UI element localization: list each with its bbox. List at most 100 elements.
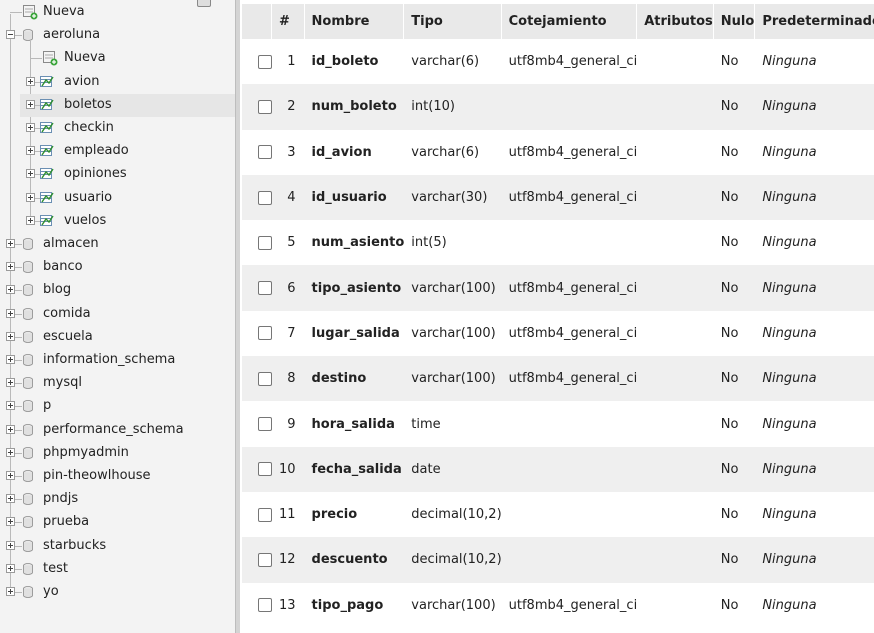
table-row[interactable]: 9 hora_salida time No Ninguna [242,401,874,447]
tree-db-comida[interactable] [0,303,235,326]
expand-icon[interactable] [6,447,15,457]
tree-db-starbucks[interactable] [0,535,235,558]
expand-icon[interactable] [6,331,15,341]
expand-icon[interactable] [6,517,15,527]
cell-default: Ninguna [755,537,874,583]
header-type[interactable]: Tipo [404,4,502,39]
expand-icon[interactable] [6,308,15,318]
row-checkbox[interactable] [258,462,272,477]
cell-number: 3 [272,129,305,175]
row-checkbox[interactable] [258,417,272,432]
table-row[interactable]: 2 num_boleto int(10) No Ninguna [242,84,874,130]
expand-icon[interactable] [6,471,15,480]
expand-icon[interactable] [6,239,15,248]
expand-icon[interactable] [6,285,15,295]
row-checkbox[interactable] [258,54,272,69]
expand-icon[interactable] [6,494,15,504]
cell-select [242,174,272,221]
row-checkbox[interactable] [258,281,272,296]
tree-connector [15,290,22,292]
row-checkbox[interactable] [258,371,272,386]
table-row[interactable]: 3 id_avion varchar(6) utf8mb4_general_ci No N… [242,129,874,175]
row-checkbox[interactable] [258,507,272,522]
database-icon [23,29,33,42]
cell-number: 11 [272,491,305,538]
tree-db-blog[interactable] [0,279,235,302]
row-checkbox[interactable] [258,145,272,160]
table-row[interactable]: 4 id_usuario varchar(30) utf8mb4_general_ci… [242,174,874,221]
expand-icon[interactable] [26,146,35,156]
expand-icon[interactable] [6,378,15,388]
cell-null: No [713,220,756,266]
tree-connector [15,429,22,431]
expand-icon[interactable] [26,76,35,86]
table-row[interactable]: 5 num_asiento int(5) No Ninguna [242,220,874,266]
table-row[interactable]: 7 lugar_salida varchar(100) utf8mb4_general… [242,310,874,357]
expand-icon[interactable] [26,169,35,179]
database-icon [23,539,33,552]
row-checkbox[interactable] [258,190,272,205]
tree-db-banco[interactable] [0,256,235,279]
tree-db-p[interactable] [0,395,235,418]
row-checkbox[interactable] [258,598,272,613]
expand-icon[interactable] [26,215,35,225]
database-icon [23,493,33,506]
expand-icon[interactable] [6,563,15,573]
cell-number: 12 [272,537,305,583]
tree-db-yo[interactable] [0,581,235,604]
tree-db-test[interactable] [0,558,235,581]
cell-null: No [713,39,756,85]
cell-collation [501,220,638,266]
cell-default: Ninguna [755,446,874,492]
row-checkbox[interactable] [258,326,272,341]
tree-db-pndjs[interactable] [0,488,235,511]
expand-icon[interactable] [26,192,35,202]
database-icon [23,470,33,482]
tree-item-label: Nueva [64,50,106,66]
table-row[interactable]: 11 precio decimal(10,2) No Ninguna [242,491,874,538]
table-icon [40,122,54,133]
table-row[interactable]: 1 id_boleto varchar(6) utf8mb4_general_ci No… [242,39,874,85]
header-default[interactable]: Predeterminado [755,4,874,39]
table-row[interactable]: 12 descuento decimal(10,2) No Ninguna [242,537,874,583]
tree-item-label: vuelos [64,212,107,228]
header-number[interactable]: # [272,4,305,39]
expand-icon[interactable] [6,262,15,272]
collapse-icon[interactable] [6,30,15,40]
row-checkbox[interactable] [258,552,272,567]
expand-icon[interactable] [26,123,35,132]
cell-type: time [404,401,502,447]
cell-type: varchar(6) [404,129,502,175]
expand-icon[interactable] [26,99,35,109]
cell-name: num_boleto [304,84,405,130]
row-checkbox[interactable] [258,235,272,250]
row-checkbox[interactable] [258,99,272,114]
expand-icon[interactable] [6,587,15,596]
expand-icon[interactable] [6,401,15,411]
header-name[interactable]: Nombre [304,4,405,39]
tree-db-mysql[interactable] [0,372,235,395]
table-row[interactable]: 13 tipo_pago varchar(100) utf8mb4_general_c… [242,582,874,628]
tree-db-escuela[interactable] [0,326,235,349]
cell-attributes [637,446,714,492]
header-attributes[interactable]: Atributos [637,4,714,39]
expand-icon[interactable] [6,424,15,434]
table-row[interactable]: 8 destino varchar(100) utf8mb4_general_ci No… [242,356,874,402]
header-collation[interactable]: Cotejamiento [501,4,638,39]
new-icon [43,51,58,66]
table-row[interactable]: 6 tipo_asiento varchar(100) utf8mb4_general… [242,265,874,311]
expand-icon[interactable] [6,540,15,550]
tree-db-prueba[interactable] [0,511,235,534]
tree-db-almacen[interactable] [0,233,235,256]
cell-default: Ninguna [755,356,874,402]
cell-attributes [637,537,714,583]
database-icon [23,400,33,413]
table-row[interactable]: 10 fecha_salida date No Ninguna [242,446,874,492]
database-icon [23,330,33,343]
cell-select [242,84,272,130]
table-icon [40,145,54,157]
header-null[interactable]: Nulo [713,4,756,39]
expand-icon[interactable] [6,355,15,364]
cell-name: lugar_salida [304,310,405,357]
tree-db-aeroluna[interactable] [0,24,235,47]
